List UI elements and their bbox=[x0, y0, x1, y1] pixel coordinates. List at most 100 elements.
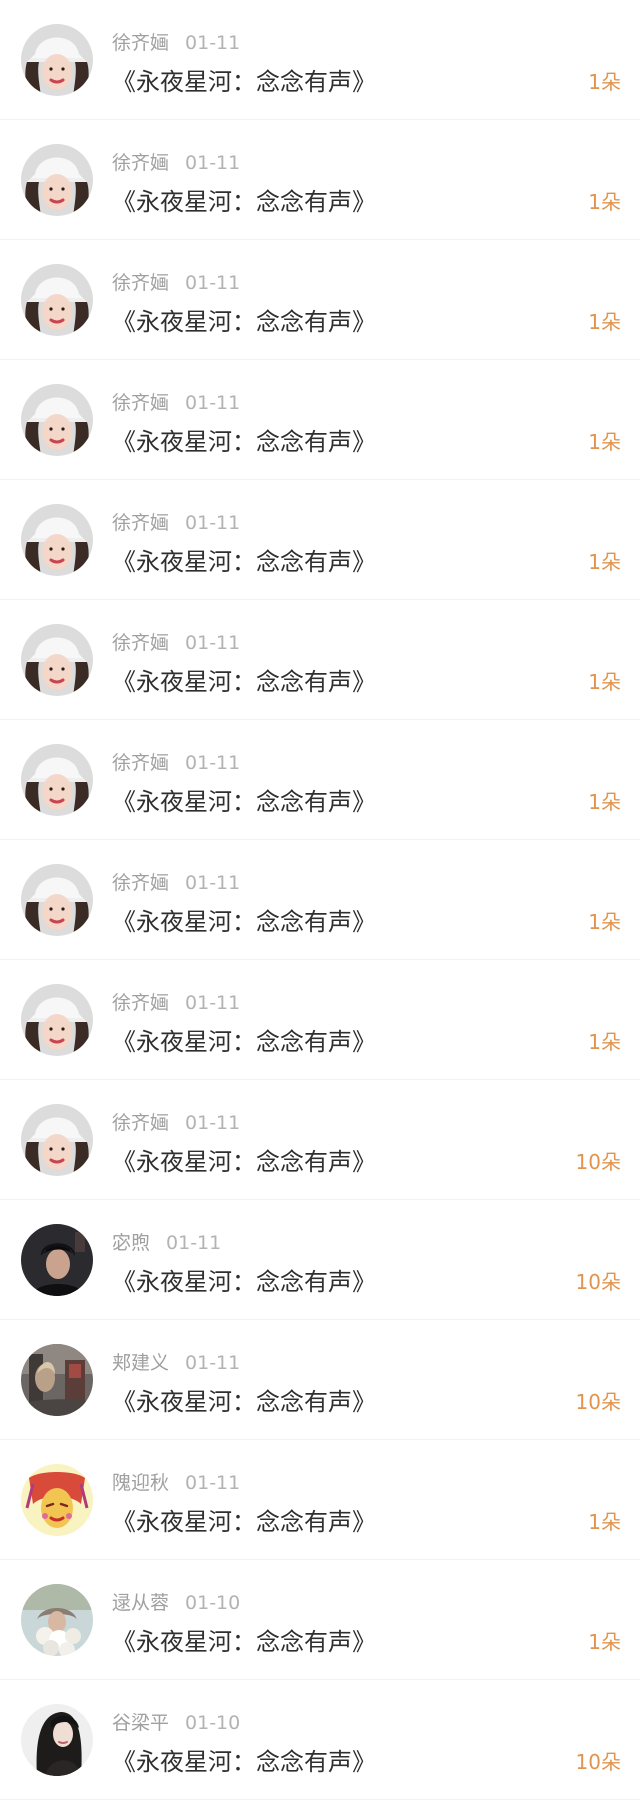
avatar-woman-white-hat[interactable] bbox=[21, 1104, 93, 1176]
work-title[interactable]: 《永夜星河：念念有声》 bbox=[112, 62, 376, 97]
work-title[interactable]: 《永夜星河：念念有声》 bbox=[112, 662, 376, 697]
username-text[interactable]: 徐齐婳 bbox=[112, 1112, 169, 1134]
timestamp: 01-11 bbox=[185, 992, 241, 1014]
user-name[interactable]: 徐齐婳 01-11 bbox=[112, 388, 240, 415]
avatar-man-dark[interactable] bbox=[21, 1224, 93, 1296]
avatar-woman-white-hat[interactable] bbox=[21, 744, 93, 816]
flower-count: 1朵 bbox=[588, 550, 621, 574]
work-title[interactable]: 《永夜星河：念念有声》 bbox=[112, 1022, 376, 1057]
username-text[interactable]: 逯从蓉 bbox=[112, 1592, 169, 1614]
avatar-woman-white-hat[interactable] bbox=[21, 624, 93, 696]
list-item[interactable]: 徐齐婳 01-11 《永夜星河：念念有声》 1朵 bbox=[0, 120, 640, 240]
user-name[interactable]: 徐齐婳 01-11 bbox=[112, 28, 240, 55]
user-name[interactable]: 徐齐婳 01-11 bbox=[112, 268, 240, 295]
timestamp: 01-11 bbox=[185, 1472, 241, 1494]
gift-record-list: 徐齐婳 01-11 《永夜星河：念念有声》 1朵 徐齐婳 01-11 《永夜星河：念念有声》… bbox=[0, 0, 640, 1800]
user-name[interactable]: 徐齐婳 01-11 bbox=[112, 148, 240, 175]
username-text[interactable]: 徐齐婳 bbox=[112, 152, 169, 174]
user-name[interactable]: 徐齐婳 01-11 bbox=[112, 628, 240, 655]
username-text[interactable]: 徐齐婳 bbox=[112, 32, 169, 54]
username-text[interactable]: 宓煦 bbox=[112, 1232, 150, 1254]
timestamp: 01-11 bbox=[185, 272, 241, 294]
username-text[interactable]: 徐齐婳 bbox=[112, 752, 169, 774]
user-name[interactable]: 郏建义 01-11 bbox=[112, 1348, 240, 1375]
list-item[interactable]: 徐齐婳 01-11 《永夜星河：念念有声》 10朵 bbox=[0, 1080, 640, 1200]
work-title[interactable]: 《永夜星河：念念有声》 bbox=[112, 782, 376, 817]
work-title[interactable]: 《永夜星河：念念有声》 bbox=[112, 1742, 376, 1777]
user-name[interactable]: 徐齐婳 01-11 bbox=[112, 988, 240, 1015]
list-item[interactable]: 徐齐婳 01-11 《永夜星河：念念有声》 1朵 bbox=[0, 720, 640, 840]
user-name[interactable]: 逯从蓉 01-10 bbox=[112, 1588, 240, 1615]
user-name[interactable]: 隗迎秋 01-11 bbox=[112, 1468, 240, 1495]
username-text[interactable]: 徐齐婳 bbox=[112, 272, 169, 294]
flower-count: 10朵 bbox=[575, 1750, 621, 1774]
avatar-woman-white-hat[interactable] bbox=[21, 144, 93, 216]
username-text[interactable]: 徐齐婳 bbox=[112, 512, 169, 534]
list-item[interactable]: 徐齐婳 01-11 《永夜星河：念念有声》 1朵 bbox=[0, 360, 640, 480]
timestamp: 01-11 bbox=[185, 632, 241, 654]
user-name[interactable]: 徐齐婳 01-11 bbox=[112, 868, 240, 895]
flower-count: 1朵 bbox=[588, 310, 621, 334]
list-item[interactable]: 徐齐婳 01-11 《永夜星河：念念有声》 1朵 bbox=[0, 960, 640, 1080]
flower-count: 1朵 bbox=[588, 1630, 621, 1654]
flower-count: 10朵 bbox=[575, 1150, 621, 1174]
flower-count: 1朵 bbox=[588, 70, 621, 94]
user-name[interactable]: 谷梁平 01-10 bbox=[112, 1708, 240, 1735]
avatar-flowers[interactable] bbox=[21, 1584, 93, 1656]
avatar-woman-white-hat[interactable] bbox=[21, 504, 93, 576]
avatar-woman-long-hair[interactable] bbox=[21, 1704, 93, 1776]
timestamp: 01-11 bbox=[185, 152, 241, 174]
username-text[interactable]: 徐齐婳 bbox=[112, 992, 169, 1014]
flower-count: 10朵 bbox=[575, 1270, 621, 1294]
avatar-woman-white-hat[interactable] bbox=[21, 264, 93, 336]
list-item[interactable]: 徐齐婳 01-11 《永夜星河：念念有声》 1朵 bbox=[0, 600, 640, 720]
work-title[interactable]: 《永夜星河：念念有声》 bbox=[112, 1502, 376, 1537]
work-title[interactable]: 《永夜星河：念念有声》 bbox=[112, 1382, 376, 1417]
username-text[interactable]: 徐齐婳 bbox=[112, 632, 169, 654]
avatar-colorful-drawing[interactable] bbox=[21, 1464, 93, 1536]
work-title[interactable]: 《永夜星河：念念有声》 bbox=[112, 1142, 376, 1177]
work-title[interactable]: 《永夜星河：念念有声》 bbox=[112, 422, 376, 457]
timestamp: 01-10 bbox=[185, 1712, 241, 1734]
list-item[interactable]: 徐齐婳 01-11 《永夜星河：念念有声》 1朵 bbox=[0, 240, 640, 360]
flower-count: 1朵 bbox=[588, 190, 621, 214]
avatar-woman-white-hat[interactable] bbox=[21, 384, 93, 456]
list-item[interactable]: 隗迎秋 01-11 《永夜星河：念念有声》 1朵 bbox=[0, 1440, 640, 1560]
work-title[interactable]: 《永夜星河：念念有声》 bbox=[112, 542, 376, 577]
list-item[interactable]: 谷梁平 01-10 《永夜星河：念念有声》 10朵 bbox=[0, 1680, 640, 1800]
username-text[interactable]: 谷梁平 bbox=[112, 1712, 169, 1734]
flower-count: 1朵 bbox=[588, 430, 621, 454]
flower-count: 10朵 bbox=[575, 1390, 621, 1414]
avatar-woman-white-hat[interactable] bbox=[21, 984, 93, 1056]
timestamp: 01-10 bbox=[185, 1592, 241, 1614]
list-item[interactable]: 宓煦 01-11 《永夜星河：念念有声》 10朵 bbox=[0, 1200, 640, 1320]
flower-count: 1朵 bbox=[588, 670, 621, 694]
username-text[interactable]: 隗迎秋 bbox=[112, 1472, 169, 1494]
user-name[interactable]: 宓煦 01-11 bbox=[112, 1228, 221, 1255]
list-item[interactable]: 徐齐婳 01-11 《永夜星河：念念有声》 1朵 bbox=[0, 480, 640, 600]
work-title[interactable]: 《永夜星河：念念有声》 bbox=[112, 302, 376, 337]
user-name[interactable]: 徐齐婳 01-11 bbox=[112, 508, 240, 535]
flower-count: 1朵 bbox=[588, 1510, 621, 1534]
work-title[interactable]: 《永夜星河：念念有声》 bbox=[112, 182, 376, 217]
user-name[interactable]: 徐齐婳 01-11 bbox=[112, 748, 240, 775]
user-name[interactable]: 徐齐婳 01-11 bbox=[112, 1108, 240, 1135]
avatar-woman-white-hat[interactable] bbox=[21, 864, 93, 936]
timestamp: 01-11 bbox=[185, 1352, 241, 1374]
username-text[interactable]: 徐齐婳 bbox=[112, 392, 169, 414]
work-title[interactable]: 《永夜星河：念念有声》 bbox=[112, 902, 376, 937]
timestamp: 01-11 bbox=[166, 1232, 222, 1254]
list-item[interactable]: 徐齐婳 01-11 《永夜星河：念念有声》 1朵 bbox=[0, 840, 640, 960]
list-item[interactable]: 郏建义 01-11 《永夜星河：念念有声》 10朵 bbox=[0, 1320, 640, 1440]
username-text[interactable]: 徐齐婳 bbox=[112, 872, 169, 894]
timestamp: 01-11 bbox=[185, 752, 241, 774]
list-item[interactable]: 逯从蓉 01-10 《永夜星河：念念有声》 1朵 bbox=[0, 1560, 640, 1680]
avatar-street-photo[interactable] bbox=[21, 1344, 93, 1416]
timestamp: 01-11 bbox=[185, 1112, 241, 1134]
avatar-woman-white-hat[interactable] bbox=[21, 24, 93, 96]
work-title[interactable]: 《永夜星河：念念有声》 bbox=[112, 1622, 376, 1657]
list-item[interactable]: 徐齐婳 01-11 《永夜星河：念念有声》 1朵 bbox=[0, 0, 640, 120]
username-text[interactable]: 郏建义 bbox=[112, 1352, 169, 1374]
work-title[interactable]: 《永夜星河：念念有声》 bbox=[112, 1262, 376, 1297]
timestamp: 01-11 bbox=[185, 392, 241, 414]
